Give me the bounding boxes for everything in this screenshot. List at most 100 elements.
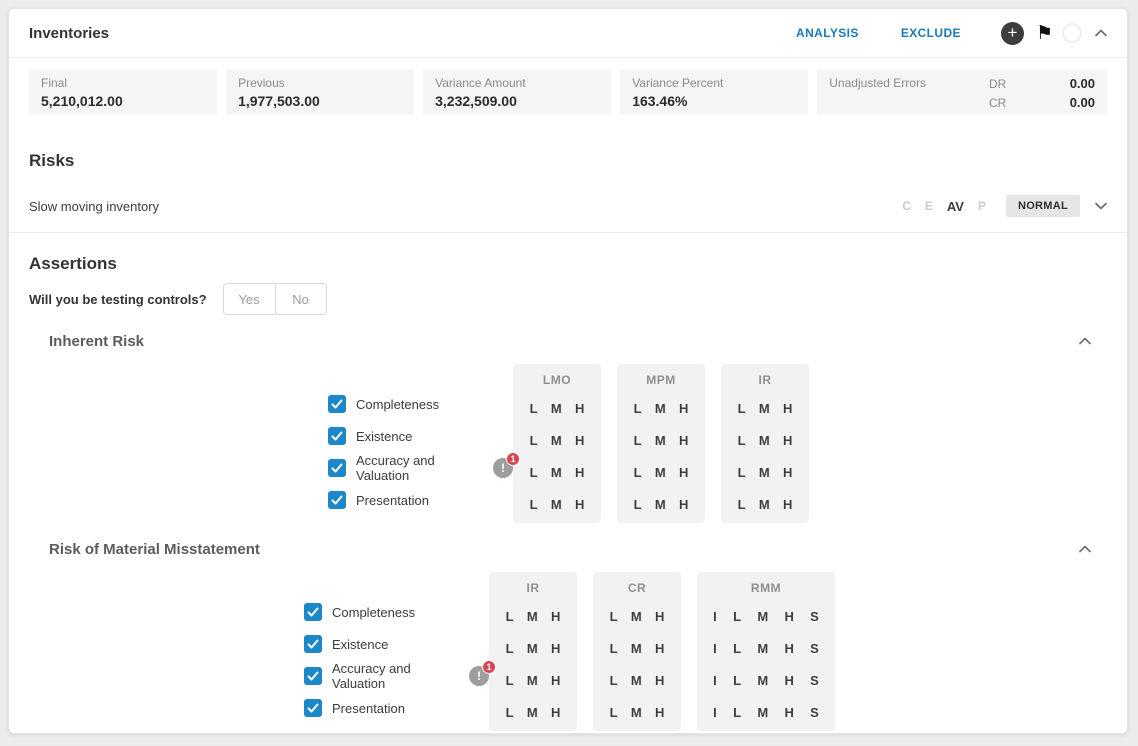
rating-option-l[interactable]: L [738,465,746,480]
rating-option-h[interactable]: H [783,433,792,448]
risk-assertion-tag-p[interactable]: P [978,199,986,213]
rating-option-h[interactable]: H [551,609,560,624]
assertion-checkbox[interactable] [304,667,322,685]
rating-option-m[interactable]: M [655,433,666,448]
rating-option-l[interactable]: L [530,497,538,512]
rating-option-h[interactable]: H [551,705,560,720]
rating-option-s[interactable]: S [810,705,819,720]
rating-option-l[interactable]: L [610,705,618,720]
rating-option-h[interactable]: H [783,401,792,416]
rating-option-l[interactable]: L [733,705,741,720]
rating-option-m[interactable]: M [527,641,538,656]
rating-option-l[interactable]: L [610,641,618,656]
rating-option-m[interactable]: M [655,465,666,480]
rating-option-m[interactable]: M [631,673,642,688]
rating-option-h[interactable]: H [783,465,792,480]
rating-option-h[interactable]: H [679,401,688,416]
rating-option-h[interactable]: H [551,641,560,656]
rating-option-m[interactable]: M [757,641,768,656]
rating-option-m[interactable]: M [551,497,562,512]
assertion-checkbox[interactable] [328,491,346,509]
rating-option-l[interactable]: L [733,673,741,688]
exclude-button[interactable]: EXCLUDE [901,26,961,40]
flag-icon[interactable]: ⚑ [1036,24,1053,43]
rating-option-m[interactable]: M [631,609,642,624]
risk-assertion-tag-e[interactable]: E [925,199,933,213]
rating-option-l[interactable]: L [530,465,538,480]
signoff-circle-icon[interactable] [1062,23,1082,43]
rating-option-m[interactable]: M [631,705,642,720]
rating-option-l[interactable]: L [634,497,642,512]
rating-option-l[interactable]: L [738,433,746,448]
rating-option-i[interactable]: I [713,673,717,688]
risk-level-chevron-down-icon[interactable] [1095,202,1107,210]
rating-option-m[interactable]: M [757,705,768,720]
assertion-alert-icon[interactable]: !1 [493,458,513,478]
rating-option-h[interactable]: H [784,673,793,688]
risk-level-button[interactable]: NORMAL [1006,195,1080,217]
rating-option-s[interactable]: S [810,641,819,656]
assertion-checkbox[interactable] [304,603,322,621]
rating-option-m[interactable]: M [631,641,642,656]
rating-option-s[interactable]: S [810,609,819,624]
rating-option-i[interactable]: I [713,705,717,720]
rating-option-i[interactable]: I [713,641,717,656]
risk-assertion-tag-c[interactable]: C [902,199,911,213]
rating-option-h[interactable]: H [783,497,792,512]
rating-option-m[interactable]: M [551,401,562,416]
rating-option-h[interactable]: H [575,465,584,480]
rating-option-m[interactable]: M [527,705,538,720]
rating-option-h[interactable]: H [784,641,793,656]
section-chevron-up-icon[interactable] [1079,337,1091,345]
risk-name-link[interactable]: Slow moving inventory [29,199,159,214]
rating-option-l[interactable]: L [610,673,618,688]
add-icon[interactable]: + [1001,22,1024,45]
rating-option-m[interactable]: M [551,465,562,480]
rating-option-h[interactable]: H [655,673,664,688]
rating-option-m[interactable]: M [757,609,768,624]
rating-option-l[interactable]: L [610,609,618,624]
testing-controls-yes-button[interactable]: Yes [224,284,275,314]
rating-option-l[interactable]: L [738,497,746,512]
rating-option-l[interactable]: L [506,705,514,720]
rating-option-i[interactable]: I [713,609,717,624]
rating-option-h[interactable]: H [575,433,584,448]
rating-option-h[interactable]: H [679,433,688,448]
rating-option-m[interactable]: M [757,673,768,688]
collapse-panel-chevron-up-icon[interactable] [1095,29,1107,37]
rating-option-s[interactable]: S [810,673,819,688]
rating-option-l[interactable]: L [733,641,741,656]
rating-option-m[interactable]: M [527,609,538,624]
section-chevron-up-icon[interactable] [1079,545,1091,553]
rating-option-h[interactable]: H [575,497,584,512]
assertion-checkbox[interactable] [304,635,322,653]
rating-option-m[interactable]: M [655,497,666,512]
rating-option-l[interactable]: L [506,673,514,688]
rating-option-l[interactable]: L [506,609,514,624]
rating-option-h[interactable]: H [655,641,664,656]
rating-option-h[interactable]: H [575,401,584,416]
testing-controls-no-button[interactable]: No [275,284,326,314]
rating-option-m[interactable]: M [527,673,538,688]
assertion-checkbox[interactable] [328,427,346,445]
rating-option-l[interactable]: L [506,641,514,656]
rating-option-h[interactable]: H [655,609,664,624]
assertion-checkbox[interactable] [328,459,346,477]
rating-option-l[interactable]: L [634,433,642,448]
rating-option-m[interactable]: M [655,401,666,416]
assertion-checkbox[interactable] [328,395,346,413]
rating-option-h[interactable]: H [679,465,688,480]
rating-option-m[interactable]: M [759,433,770,448]
rating-option-l[interactable]: L [530,433,538,448]
rating-option-h[interactable]: H [655,705,664,720]
rating-option-l[interactable]: L [738,401,746,416]
assertion-alert-icon[interactable]: !1 [469,666,489,686]
rating-option-l[interactable]: L [634,465,642,480]
risk-assertion-tag-av[interactable]: AV [947,199,964,214]
rating-option-m[interactable]: M [551,433,562,448]
rating-option-m[interactable]: M [759,497,770,512]
rating-option-l[interactable]: L [634,401,642,416]
rating-option-m[interactable]: M [759,465,770,480]
rating-option-l[interactable]: L [733,609,741,624]
rating-option-l[interactable]: L [530,401,538,416]
